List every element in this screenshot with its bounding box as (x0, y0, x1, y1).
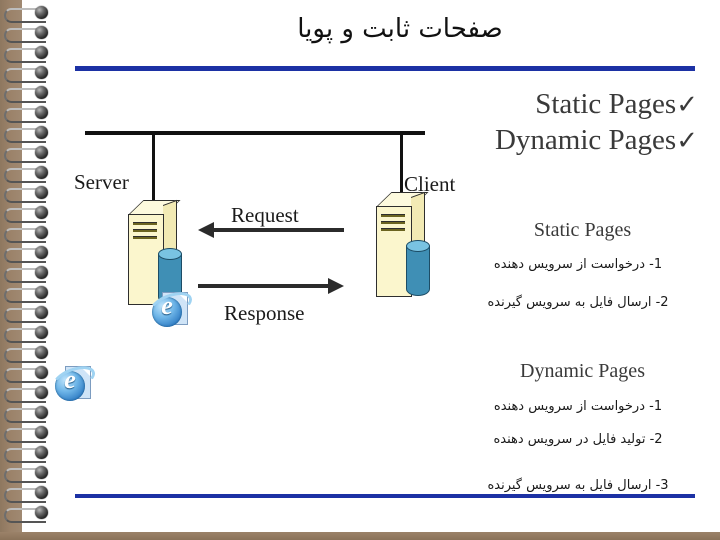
title-divider-top (75, 66, 695, 71)
ring-bead (35, 86, 48, 99)
spiral-ring (4, 286, 56, 303)
spiral-ring (4, 486, 56, 503)
static-step-2: 2- ارسال فایل به سرویس گیرنده (487, 295, 669, 310)
server-label: Server (74, 170, 129, 194)
spiral-ring (4, 66, 56, 83)
dynamic-step-2: 2- تولید فایل در سرویس دهنده (493, 432, 663, 447)
ring-bead (35, 46, 48, 59)
ring-bead (35, 406, 48, 419)
spiral-ring (4, 206, 56, 223)
section-title-dynamic-pages: Dynamic Pages (520, 360, 645, 382)
tower-vent-icon (133, 236, 157, 239)
slide-title: صفحات ثابت و پویا (297, 14, 503, 44)
spiral-ring (4, 246, 56, 263)
static-step-1: 1- درخواست از سرویس دهنده (493, 257, 663, 272)
slide-canvas: صفحات ثابت و پویا Static Pages✓ Dynamic … (0, 0, 720, 540)
spiral-ring (4, 466, 56, 483)
ring-bead (35, 386, 48, 399)
checklist-item-dynamic-pages: Dynamic Pages✓ (495, 124, 698, 157)
request-label: Request (231, 203, 299, 227)
ring-bead (35, 506, 48, 519)
request-arrow-line (214, 228, 344, 232)
tower-vent-icon (381, 228, 405, 231)
client-database-cylinder-icon (406, 240, 430, 296)
cylinder-body (406, 246, 430, 296)
divider-bottom (75, 494, 695, 498)
ring-bead (35, 26, 48, 39)
spiral-ring (4, 126, 56, 143)
dynamic-step-3: 3- ارسال فایل به سرویس گیرنده (487, 478, 669, 493)
spiral-ring (4, 446, 56, 463)
cylinder-cap (406, 240, 430, 252)
tower-vent-icon (133, 229, 157, 232)
ring-bead (35, 486, 48, 499)
check-icon: ✓ (676, 90, 698, 119)
ring-bead (35, 106, 48, 119)
tower-vent-icon (381, 221, 405, 224)
spiral-ring (4, 306, 56, 323)
ring-bead (35, 226, 48, 239)
checklist-label-dynamic: Dynamic Pages (494, 124, 677, 156)
spiral-ring (4, 106, 56, 123)
spiral-ring (4, 226, 56, 243)
client-drop-line (400, 133, 403, 195)
tower-vent-icon (133, 222, 157, 225)
ring-bead (35, 306, 48, 319)
ring-bead (35, 186, 48, 199)
spiral-ring (4, 26, 56, 43)
network-bus-line (85, 131, 425, 135)
spiral-ring (4, 166, 56, 183)
spiral-ring (4, 146, 56, 163)
ring-bead (35, 426, 48, 439)
ring-bead (35, 126, 48, 139)
spiral-ring (4, 46, 56, 63)
check-icon: ✓ (676, 126, 698, 155)
spiral-ring (4, 366, 56, 383)
response-label: Response (224, 301, 305, 325)
ring-bead (35, 206, 48, 219)
response-arrow-line (198, 284, 328, 288)
standalone-internet-explorer-icon (49, 361, 99, 404)
ring-bead (35, 346, 48, 359)
ring-bead (35, 266, 48, 279)
server-drop-line (152, 133, 155, 205)
spiral-ring (4, 326, 56, 343)
ring-bead (35, 326, 48, 339)
ring-bead (35, 366, 48, 379)
ring-bead (35, 166, 48, 179)
spiral-ring (4, 406, 56, 423)
notebook-bottom-edge (0, 532, 720, 540)
section-title-static-pages: Static Pages (533, 219, 632, 241)
server-internet-explorer-icon (146, 287, 196, 330)
checklist-item-static-pages: Static Pages✓ (535, 88, 698, 121)
tower-vent-icon (381, 214, 405, 217)
spiral-ring (4, 186, 56, 203)
spiral-ring (4, 506, 56, 523)
spiral-ring (4, 266, 56, 283)
spiral-ring (4, 86, 56, 103)
ring-bead (35, 466, 48, 479)
ring-bead (35, 66, 48, 79)
spiral-ring (4, 6, 56, 23)
checklist-label-static: Static Pages (535, 88, 677, 120)
ring-bead (35, 146, 48, 159)
dynamic-step-1: 1- درخواست از سرویس دهنده (493, 399, 663, 414)
ring-bead (35, 446, 48, 459)
spiral-ring (4, 426, 56, 443)
ring-bead (35, 246, 48, 259)
spiral-ring (4, 386, 56, 403)
request-arrow-head-left-icon (198, 222, 214, 238)
ring-bead (35, 286, 48, 299)
cylinder-cap (158, 248, 182, 260)
response-arrow-head-right-icon (328, 278, 344, 294)
ring-bead (35, 6, 48, 19)
spiral-ring (4, 346, 56, 363)
